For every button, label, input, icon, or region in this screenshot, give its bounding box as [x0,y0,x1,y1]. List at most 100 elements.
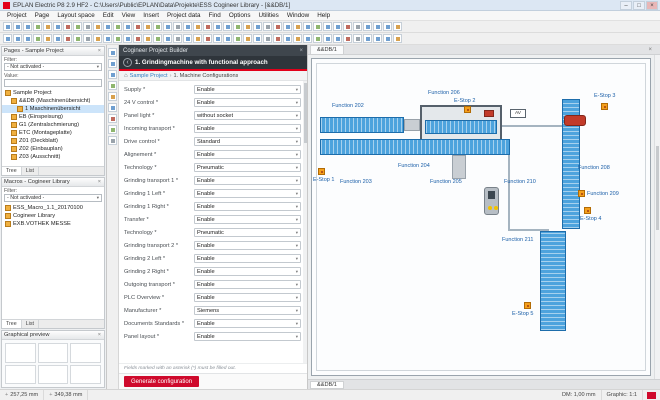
config-field-select[interactable]: Standard [194,137,301,146]
toolbar-icon[interactable] [393,34,402,43]
toolbar-icon[interactable] [108,59,117,68]
toolbar-icon[interactable] [53,22,62,31]
config-field-select[interactable]: Enable [194,202,301,211]
toolbar-icon[interactable] [383,34,392,43]
toolbar-icon[interactable] [73,22,82,31]
toolbar-icon[interactable] [363,22,372,31]
pages-tree-item[interactable]: ETC (Montageplatte) [2,129,104,137]
close-button[interactable]: × [646,1,658,10]
config-field-select[interactable]: Enable [194,98,301,107]
close-icon[interactable]: × [97,48,102,54]
config-field-select[interactable]: Enable [194,176,301,185]
toolbar-icon[interactable] [313,34,322,43]
pages-tree-item[interactable]: G1 (Zentralschmierung) [2,121,104,129]
preview-thumbnail[interactable] [38,343,69,363]
toolbar-icon[interactable] [153,34,162,43]
toolbar-icon[interactable] [108,103,117,112]
schematic-canvas[interactable]: AV [311,58,651,376]
toolbar-icon[interactable] [393,22,402,31]
menu-item[interactable]: Edit [99,12,118,19]
toolbar-icon[interactable] [183,22,192,31]
config-field-select[interactable]: Enable [194,124,301,133]
toolbar-icon[interactable] [353,22,362,31]
close-icon[interactable]: × [648,47,652,53]
toolbar-icon[interactable] [223,34,232,43]
macros-filter-combo[interactable]: - Not activated - [4,194,102,202]
toolbar-icon[interactable] [383,22,392,31]
menu-item[interactable]: Project [3,12,31,19]
toolbar-icon[interactable] [213,22,222,31]
document-tab[interactable]: &&DB/1 [310,45,344,54]
pages-tree-item[interactable]: Z03 (Ausschnitt) [2,153,104,161]
toolbar-icon[interactable] [23,22,32,31]
close-icon[interactable]: × [97,332,102,338]
config-field-select[interactable]: Enable [194,85,301,94]
toolbar-icon[interactable] [43,34,52,43]
menu-item[interactable]: Help [313,12,334,19]
minimize-button[interactable]: – [620,1,632,10]
toolbar-icon[interactable] [83,22,92,31]
maximize-button[interactable]: □ [633,1,645,10]
preview-thumbnail[interactable] [5,365,36,385]
page-tab[interactable]: &&DB/1 [310,381,344,389]
scrollbar-thumb[interactable] [656,146,659,230]
toolbar-icon[interactable] [343,22,352,31]
toolbar-icon[interactable] [253,34,262,43]
toolbar-icon[interactable] [233,34,242,43]
toolbar-icon[interactable] [263,34,272,43]
toolbar-icon[interactable] [283,22,292,31]
config-field-select[interactable]: Enable [194,319,301,328]
toolbar-icon[interactable] [13,34,22,43]
toolbar-icon[interactable] [243,34,252,43]
toolbar-icon[interactable] [103,22,112,31]
toolbar-icon[interactable] [333,22,342,31]
macros-tree-item[interactable]: ESS_Macro_1.1_20170100 [2,204,104,212]
pages-value-input[interactable] [4,79,102,87]
back-button[interactable]: ‹ [123,58,132,67]
scrollbar-thumb[interactable] [304,83,307,143]
home-icon[interactable]: ⌂ [124,73,128,79]
toolbar-icon[interactable] [303,34,312,43]
toolbar-icon[interactable] [363,34,372,43]
toolbar-icon[interactable] [93,34,102,43]
toolbar-icon[interactable] [123,22,132,31]
toolbar-icon[interactable] [33,22,42,31]
toolbar-icon[interactable] [193,22,202,31]
generate-configuration-button[interactable]: Generate configuration [124,376,199,387]
preview-thumbnail[interactable] [70,365,101,385]
toolbar-icon[interactable] [3,22,12,31]
macros-panel-tab[interactable]: List [22,320,39,328]
toolbar-icon[interactable] [23,34,32,43]
pages-tree-item[interactable]: Z02 (Einbauplan) [2,145,104,153]
config-field-select[interactable]: Enable [194,280,301,289]
toolbar-icon[interactable] [108,92,117,101]
menu-item[interactable]: View [118,12,140,19]
pages-filter-combo[interactable]: - Not activated - [4,63,102,71]
toolbar-icon[interactable] [273,22,282,31]
close-icon[interactable]: × [97,179,102,185]
toolbar-icon[interactable] [373,34,382,43]
toolbar-icon[interactable] [203,34,212,43]
toolbar-icon[interactable] [108,136,117,145]
macros-panel-tab[interactable]: Tree [2,320,22,328]
config-field-select[interactable]: Pneumatic [194,228,301,237]
toolbar-icon[interactable] [273,34,282,43]
toolbar-icon[interactable] [108,81,117,90]
toolbar-icon[interactable] [13,22,22,31]
toolbar-icon[interactable] [283,34,292,43]
toolbar-icon[interactable] [113,22,122,31]
form-scrollbar[interactable] [303,81,307,363]
toolbar-icon[interactable] [163,22,172,31]
toolbar-icon[interactable] [243,22,252,31]
toolbar-icon[interactable] [323,22,332,31]
toolbar-icon[interactable] [293,22,302,31]
toolbar-icon[interactable] [213,34,222,43]
config-field-select[interactable]: Siemens [194,306,301,315]
menu-item[interactable]: Insert [139,12,163,19]
toolbar-icon[interactable] [33,34,42,43]
toolbar-icon[interactable] [63,22,72,31]
config-field-select[interactable]: Enable [194,332,301,341]
pages-panel-tab[interactable]: List [22,167,39,175]
pages-tree-item[interactable]: Sample Project [2,89,104,97]
toolbar-icon[interactable] [133,34,142,43]
